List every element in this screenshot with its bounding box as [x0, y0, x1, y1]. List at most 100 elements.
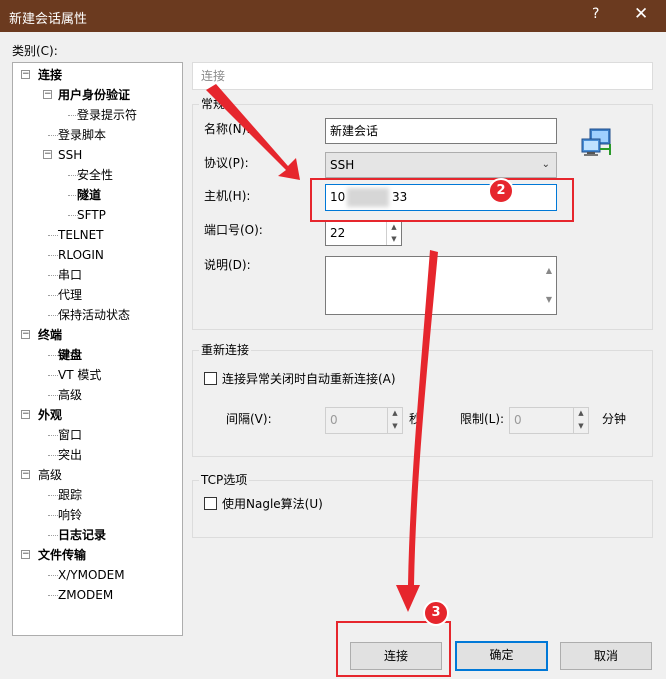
- tree-connector: [48, 395, 58, 396]
- annotation-badge-3: 3: [423, 600, 449, 626]
- tree-item[interactable]: 响铃: [58, 506, 82, 524]
- cancel-button[interactable]: 取消: [560, 642, 652, 670]
- host-label: 主机(H):: [204, 189, 251, 203]
- description-textarea[interactable]: ▲ ▼: [325, 256, 557, 315]
- description-label: 说明(D):: [204, 258, 251, 272]
- title-bar: 新建会话属性 ? ✕: [0, 0, 666, 32]
- general-group-title: 常规: [199, 97, 228, 111]
- tree-item[interactable]: 高级: [38, 466, 62, 484]
- interval-label: 间隔(V):: [226, 412, 272, 426]
- spin-up-icon[interactable]: ▲: [574, 408, 588, 421]
- limit-input[interactable]: 0 ▲ ▼: [509, 407, 589, 434]
- tree-connector: [48, 255, 58, 256]
- tree-item[interactable]: 隧道: [77, 186, 101, 204]
- tree-item[interactable]: 跟踪: [58, 486, 82, 504]
- interval-spinner[interactable]: ▲ ▼: [387, 408, 402, 433]
- tree-collapse-icon[interactable]: −: [21, 70, 30, 79]
- tree-collapse-icon[interactable]: −: [21, 330, 30, 339]
- interval-input[interactable]: 0 ▲ ▼: [325, 407, 403, 434]
- tree-connector: [48, 495, 58, 496]
- tree-item[interactable]: 窗口: [58, 426, 82, 444]
- tree-item[interactable]: 日志记录: [58, 526, 106, 544]
- page-header: 连接: [192, 62, 653, 90]
- tree-connector: [48, 315, 58, 316]
- reconnect-group-title: 重新连接: [199, 343, 252, 357]
- limit-unit: 分钟: [602, 412, 627, 426]
- tree-item[interactable]: 文件传输: [38, 546, 86, 564]
- tree-item[interactable]: 登录脚本: [58, 126, 106, 144]
- category-tree[interactable]: 连接 − 用户身份验证 − 登录提示符 登录脚本 SSH − 安全性 隧道 SFTP TELNET RL…: [12, 62, 183, 636]
- port-input[interactable]: 22 ▲ ▼: [325, 221, 402, 246]
- protocol-value: SSH: [330, 158, 355, 172]
- nagle-label[interactable]: 使用Nagle算法(U): [222, 496, 323, 512]
- tree-item[interactable]: 保持活动状态: [58, 306, 130, 324]
- reconnect-group: [192, 350, 653, 457]
- port-label: 端口号(O):: [204, 223, 263, 237]
- spin-down-icon[interactable]: ▼: [387, 234, 401, 246]
- tree-item[interactable]: VT 模式: [58, 366, 101, 384]
- ok-button[interactable]: 确定: [455, 641, 548, 671]
- port-value: 22: [330, 226, 346, 240]
- tree-item[interactable]: 突出: [58, 446, 82, 464]
- tree-item[interactable]: RLOGIN: [58, 246, 104, 264]
- annotation-box-connect: [336, 621, 451, 677]
- tree-item[interactable]: ZMODEM: [58, 586, 113, 604]
- interval-unit: 秒: [409, 412, 422, 426]
- tree-connector: [48, 575, 58, 576]
- spin-up-icon[interactable]: ▲: [388, 408, 402, 421]
- scroll-up-icon[interactable]: ▲: [546, 259, 552, 283]
- port-spinner[interactable]: ▲ ▼: [386, 222, 401, 245]
- annotation-badge-2: 2: [488, 178, 514, 204]
- limit-value: 0: [514, 413, 522, 427]
- protocol-select[interactable]: SSH ⌄: [325, 152, 557, 178]
- tree-connector: [48, 135, 58, 136]
- annotation-box-host: [310, 178, 574, 222]
- interval-value: 0: [330, 413, 338, 427]
- tree-item[interactable]: TELNET: [58, 226, 104, 244]
- tree-item[interactable]: SFTP: [77, 206, 106, 224]
- tree-item[interactable]: 高级: [58, 386, 82, 404]
- spin-down-icon[interactable]: ▼: [388, 421, 402, 434]
- window-title: 新建会话属性: [9, 12, 88, 27]
- tree-connector: [48, 535, 58, 536]
- protocol-label: 协议(P):: [204, 156, 249, 170]
- name-input[interactable]: 新建会话: [325, 118, 557, 144]
- tree-collapse-icon[interactable]: −: [21, 550, 30, 559]
- tree-item[interactable]: 用户身份验证: [58, 86, 130, 104]
- network-computer-icon: [580, 127, 614, 159]
- tree-connector: [68, 115, 78, 116]
- tree-collapse-icon[interactable]: −: [21, 470, 30, 479]
- tree-connector: [48, 275, 58, 276]
- nagle-checkbox[interactable]: [204, 497, 217, 510]
- tree-item[interactable]: SSH: [58, 146, 82, 164]
- tree-item[interactable]: X/YMODEM: [58, 566, 125, 584]
- limit-spinner[interactable]: ▲ ▼: [573, 408, 588, 433]
- tree-connector: [68, 175, 78, 176]
- tree-connector: [48, 595, 58, 596]
- tree-connector: [48, 235, 58, 236]
- tree-connector: [68, 195, 78, 196]
- tree-collapse-icon[interactable]: −: [21, 410, 30, 419]
- spin-down-icon[interactable]: ▼: [574, 421, 588, 434]
- tree-item[interactable]: 代理: [58, 286, 82, 304]
- close-button[interactable]: ✕: [634, 4, 648, 24]
- tree-item[interactable]: 连接: [38, 66, 62, 84]
- name-label: 名称(N):: [204, 122, 251, 136]
- scroll-down-icon[interactable]: ▼: [546, 288, 552, 312]
- tree-item[interactable]: 键盘: [58, 346, 82, 364]
- help-button[interactable]: ?: [592, 6, 599, 22]
- auto-reconnect-label[interactable]: 连接异常关闭时自动重新连接(A): [222, 371, 396, 387]
- tree-item[interactable]: 安全性: [77, 166, 113, 184]
- category-label: 类别(C):: [12, 44, 58, 58]
- spin-up-icon[interactable]: ▲: [387, 222, 401, 234]
- tree-collapse-icon[interactable]: −: [43, 90, 52, 99]
- tree-item[interactable]: 外观: [38, 406, 62, 424]
- tcp-group-title: TCP选项: [199, 473, 250, 487]
- tree-item[interactable]: 串口: [58, 266, 82, 284]
- tree-connector: [48, 375, 58, 376]
- auto-reconnect-checkbox[interactable]: [204, 372, 217, 385]
- tree-item[interactable]: 登录提示符: [77, 106, 137, 124]
- tree-item[interactable]: 终端: [38, 326, 62, 344]
- tree-collapse-icon[interactable]: −: [43, 150, 52, 159]
- tree-connector: [48, 515, 58, 516]
